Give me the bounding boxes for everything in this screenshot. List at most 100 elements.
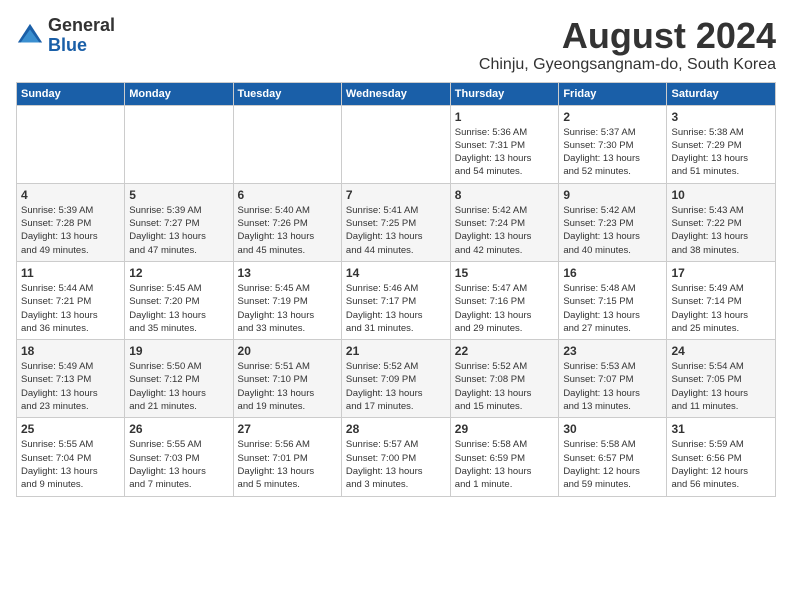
day-number: 11 bbox=[21, 266, 120, 280]
day-number: 26 bbox=[129, 422, 228, 436]
calendar-cell: 10 Sunrise: 5:43 AM Sunset: 7:22 PM Dayli… bbox=[667, 183, 776, 261]
calendar-cell: 25 Sunrise: 5:55 AM Sunset: 7:04 PM Dayli… bbox=[17, 418, 125, 496]
calendar-cell: 4Sunrise: 5:39 AM Sunset: 7:28 PM Daylig… bbox=[17, 183, 125, 261]
day-number: 1 bbox=[455, 110, 555, 124]
calendar-cell: 20 Sunrise: 5:51 AM Sunset: 7:10 PM Dayli… bbox=[233, 340, 341, 418]
calendar-cell: 22 Sunrise: 5:52 AM Sunset: 7:08 PM Dayli… bbox=[450, 340, 559, 418]
day-number: 4 bbox=[21, 188, 120, 202]
day-number: 10 bbox=[671, 188, 771, 202]
day-info: Sunrise: 5:55 AM Sunset: 7:03 PM Dayligh… bbox=[129, 438, 228, 491]
day-info: Sunrise: 5:50 AM Sunset: 7:12 PM Dayligh… bbox=[129, 360, 228, 413]
calendar-cell: 6 Sunrise: 5:40 AM Sunset: 7:26 PM Daylig… bbox=[233, 183, 341, 261]
calendar-cell: 30 Sunrise: 5:58 AM Sunset: 6:57 PM Dayli… bbox=[559, 418, 667, 496]
day-number: 9 bbox=[563, 188, 662, 202]
calendar-cell: 15 Sunrise: 5:47 AM Sunset: 7:16 PM Dayli… bbox=[450, 261, 559, 339]
calendar-cell: 26 Sunrise: 5:55 AM Sunset: 7:03 PM Dayli… bbox=[125, 418, 233, 496]
day-info: Sunrise: 5:39 AM Sunset: 7:27 PM Dayligh… bbox=[129, 204, 228, 257]
calendar-cell: 17 Sunrise: 5:49 AM Sunset: 7:14 PM Dayli… bbox=[667, 261, 776, 339]
day-number: 5 bbox=[129, 188, 228, 202]
day-info: Sunrise: 5:55 AM Sunset: 7:04 PM Dayligh… bbox=[21, 438, 120, 491]
day-info: Sunrise: 5:45 AM Sunset: 7:20 PM Dayligh… bbox=[129, 282, 228, 335]
column-header-friday: Friday bbox=[559, 82, 667, 105]
logo-text: General Blue bbox=[48, 16, 115, 56]
day-info: Sunrise: 5:51 AM Sunset: 7:10 PM Dayligh… bbox=[238, 360, 337, 413]
day-number: 8 bbox=[455, 188, 555, 202]
calendar-cell: 3Sunrise: 5:38 AM Sunset: 7:29 PM Daylig… bbox=[667, 105, 776, 183]
calendar-table: SundayMondayTuesdayWednesdayThursdayFrid… bbox=[16, 82, 776, 497]
day-info: Sunrise: 5:54 AM Sunset: 7:05 PM Dayligh… bbox=[671, 360, 771, 413]
calendar-cell: 19 Sunrise: 5:50 AM Sunset: 7:12 PM Dayli… bbox=[125, 340, 233, 418]
day-number: 30 bbox=[563, 422, 662, 436]
day-number: 15 bbox=[455, 266, 555, 280]
day-info: Sunrise: 5:40 AM Sunset: 7:26 PM Dayligh… bbox=[238, 204, 337, 257]
day-number: 2 bbox=[563, 110, 662, 124]
day-number: 21 bbox=[346, 344, 446, 358]
day-number: 12 bbox=[129, 266, 228, 280]
day-info: Sunrise: 5:58 AM Sunset: 6:59 PM Dayligh… bbox=[455, 438, 555, 491]
day-info: Sunrise: 5:59 AM Sunset: 6:56 PM Dayligh… bbox=[671, 438, 771, 491]
day-info: Sunrise: 5:58 AM Sunset: 6:57 PM Dayligh… bbox=[563, 438, 662, 491]
day-number: 6 bbox=[238, 188, 337, 202]
day-number: 24 bbox=[671, 344, 771, 358]
logo-icon bbox=[16, 22, 44, 50]
day-info: Sunrise: 5:43 AM Sunset: 7:22 PM Dayligh… bbox=[671, 204, 771, 257]
page-title: August 2024 bbox=[479, 16, 776, 56]
calendar-cell: 16Sunrise: 5:48 AM Sunset: 7:15 PM Dayli… bbox=[559, 261, 667, 339]
day-number: 7 bbox=[346, 188, 446, 202]
calendar-cell: 2 Sunrise: 5:37 AM Sunset: 7:30 PM Daylig… bbox=[559, 105, 667, 183]
calendar-cell: 21Sunrise: 5:52 AM Sunset: 7:09 PM Dayli… bbox=[341, 340, 450, 418]
day-info: Sunrise: 5:56 AM Sunset: 7:01 PM Dayligh… bbox=[238, 438, 337, 491]
day-info: Sunrise: 5:37 AM Sunset: 7:30 PM Dayligh… bbox=[563, 126, 662, 179]
day-info: Sunrise: 5:49 AM Sunset: 7:14 PM Dayligh… bbox=[671, 282, 771, 335]
day-info: Sunrise: 5:42 AM Sunset: 7:24 PM Dayligh… bbox=[455, 204, 555, 257]
day-info: Sunrise: 5:47 AM Sunset: 7:16 PM Dayligh… bbox=[455, 282, 555, 335]
day-number: 17 bbox=[671, 266, 771, 280]
day-number: 20 bbox=[238, 344, 337, 358]
calendar-cell: 8 Sunrise: 5:42 AM Sunset: 7:24 PM Daylig… bbox=[450, 183, 559, 261]
day-number: 31 bbox=[671, 422, 771, 436]
day-info: Sunrise: 5:42 AM Sunset: 7:23 PM Dayligh… bbox=[563, 204, 662, 257]
page-subtitle: Chinju, Gyeongsangnam-do, South Korea bbox=[479, 56, 776, 74]
title-block: August 2024 Chinju, Gyeongsangnam-do, So… bbox=[479, 16, 776, 74]
day-number: 14 bbox=[346, 266, 446, 280]
calendar-cell: 14Sunrise: 5:46 AM Sunset: 7:17 PM Dayli… bbox=[341, 261, 450, 339]
column-header-tuesday: Tuesday bbox=[233, 82, 341, 105]
column-header-saturday: Saturday bbox=[667, 82, 776, 105]
day-info: Sunrise: 5:53 AM Sunset: 7:07 PM Dayligh… bbox=[563, 360, 662, 413]
calendar-cell: 9 Sunrise: 5:42 AM Sunset: 7:23 PM Daylig… bbox=[559, 183, 667, 261]
day-info: Sunrise: 5:36 AM Sunset: 7:31 PM Dayligh… bbox=[455, 126, 555, 179]
column-header-sunday: Sunday bbox=[17, 82, 125, 105]
day-info: Sunrise: 5:52 AM Sunset: 7:08 PM Dayligh… bbox=[455, 360, 555, 413]
calendar-cell bbox=[125, 105, 233, 183]
calendar-cell: 11Sunrise: 5:44 AM Sunset: 7:21 PM Dayli… bbox=[17, 261, 125, 339]
day-number: 23 bbox=[563, 344, 662, 358]
calendar-cell: 28 Sunrise: 5:57 AM Sunset: 7:00 PM Dayli… bbox=[341, 418, 450, 496]
calendar-cell: 29 Sunrise: 5:58 AM Sunset: 6:59 PM Dayli… bbox=[450, 418, 559, 496]
calendar-cell: 23 Sunrise: 5:53 AM Sunset: 7:07 PM Dayli… bbox=[559, 340, 667, 418]
day-number: 27 bbox=[238, 422, 337, 436]
day-number: 22 bbox=[455, 344, 555, 358]
column-header-wednesday: Wednesday bbox=[341, 82, 450, 105]
calendar-cell: 1 Sunrise: 5:36 AM Sunset: 7:31 PM Daylig… bbox=[450, 105, 559, 183]
calendar-cell: 24 Sunrise: 5:54 AM Sunset: 7:05 PM Dayli… bbox=[667, 340, 776, 418]
day-number: 16 bbox=[563, 266, 662, 280]
logo: General Blue bbox=[16, 16, 115, 56]
day-info: Sunrise: 5:45 AM Sunset: 7:19 PM Dayligh… bbox=[238, 282, 337, 335]
day-number: 28 bbox=[346, 422, 446, 436]
day-info: Sunrise: 5:49 AM Sunset: 7:13 PM Dayligh… bbox=[21, 360, 120, 413]
day-number: 3 bbox=[671, 110, 771, 124]
day-number: 25 bbox=[21, 422, 120, 436]
day-number: 19 bbox=[129, 344, 228, 358]
calendar-cell: 27 Sunrise: 5:56 AM Sunset: 7:01 PM Dayli… bbox=[233, 418, 341, 496]
calendar-cell: 13Sunrise: 5:45 AM Sunset: 7:19 PM Dayli… bbox=[233, 261, 341, 339]
calendar-cell: 31 Sunrise: 5:59 AM Sunset: 6:56 PM Dayli… bbox=[667, 418, 776, 496]
calendar-cell: 7 Sunrise: 5:41 AM Sunset: 7:25 PM Daylig… bbox=[341, 183, 450, 261]
calendar-cell: 12 Sunrise: 5:45 AM Sunset: 7:20 PM Dayli… bbox=[125, 261, 233, 339]
calendar-cell bbox=[233, 105, 341, 183]
day-info: Sunrise: 5:57 AM Sunset: 7:00 PM Dayligh… bbox=[346, 438, 446, 491]
calendar-cell: 5 Sunrise: 5:39 AM Sunset: 7:27 PM Daylig… bbox=[125, 183, 233, 261]
header: General Blue August 2024 Chinju, Gyeongs… bbox=[16, 16, 776, 74]
day-info: Sunrise: 5:41 AM Sunset: 7:25 PM Dayligh… bbox=[346, 204, 446, 257]
day-number: 29 bbox=[455, 422, 555, 436]
day-number: 18 bbox=[21, 344, 120, 358]
